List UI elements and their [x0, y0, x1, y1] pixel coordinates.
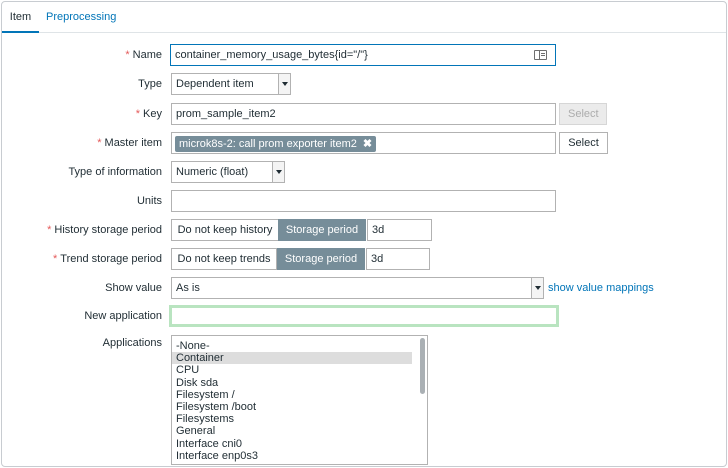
master-item-select-button[interactable]: Select: [559, 132, 608, 154]
show-value-mappings-link[interactable]: show value mappings: [548, 277, 654, 299]
list-item[interactable]: Interface enp0s3: [172, 450, 412, 462]
key-value: prom_sample_item2: [176, 108, 276, 120]
tab-bar: Item Preprocessing: [2, 2, 726, 33]
history-period-input[interactable]: 3d: [367, 219, 432, 241]
name-row: * Name container_memory_usage_bytes{id="/…: [2, 44, 726, 66]
item-form-panel: Item Preprocessing * Name container_memor…: [1, 1, 727, 467]
name-input[interactable]: container_memory_usage_bytes{id="/"}: [170, 44, 556, 66]
trend-label: * Trend storage period: [53, 248, 162, 270]
history-label: * History storage period: [47, 219, 162, 241]
required-mark: *: [47, 224, 52, 236]
scrollbar-thumb[interactable]: [420, 338, 425, 394]
list-item[interactable]: CPU: [172, 364, 412, 376]
history-label-text: History storage period: [54, 224, 162, 236]
tab-preprocessing[interactable]: Preprocessing: [46, 2, 116, 33]
applications-options: -None- Container CPU Disk sda Filesystem…: [172, 336, 427, 462]
tab-item[interactable]: Item: [2, 2, 39, 33]
applications-scrollbar[interactable]: [417, 336, 427, 464]
new-application-input[interactable]: [169, 305, 559, 327]
history-row: * History storage period Do not keep hist…: [2, 219, 726, 241]
type-of-information-value: Numeric (float): [176, 166, 249, 178]
applications-listbox[interactable]: -None- Container CPU Disk sda Filesystem…: [171, 335, 428, 465]
name-value: container_memory_usage_bytes{id="/"}: [175, 49, 368, 61]
units-input[interactable]: [171, 190, 556, 212]
type-of-information-row: Type of information Numeric (float): [2, 161, 726, 183]
new-application-label: New application: [84, 310, 162, 322]
type-value: Dependent item: [176, 78, 254, 90]
master-item-chip: microk8s-2: call prom exporter item2 ✖: [175, 136, 377, 152]
type-label: Type: [138, 78, 162, 90]
key-row: * Key prom_sample_item2 Select: [2, 103, 726, 125]
list-item[interactable]: Filesystem /boot: [172, 401, 412, 413]
required-mark: *: [53, 253, 58, 265]
history-storage-period-button[interactable]: Storage period: [278, 219, 366, 241]
chevron-down-icon: [531, 278, 543, 298]
list-item[interactable]: Interface cni0: [172, 438, 412, 450]
list-item[interactable]: Disk sda: [172, 377, 412, 389]
list-item[interactable]: Filesystem /: [172, 389, 412, 401]
master-item-field[interactable]: microk8s-2: call prom exporter item2 ✖: [171, 132, 556, 154]
key-input[interactable]: prom_sample_item2: [171, 103, 556, 125]
required-mark: *: [97, 137, 102, 149]
trend-do-not-keep-button[interactable]: Do not keep trends: [171, 248, 277, 270]
type-of-information-label: Type of information: [68, 166, 162, 178]
show-value-row: Show value As is show value mappings: [2, 277, 726, 299]
chevron-down-icon: [272, 162, 284, 182]
key-label-text: Key: [143, 108, 162, 120]
type-row: Type Dependent item: [2, 73, 726, 95]
applications-label: Applications: [102, 337, 162, 349]
list-item[interactable]: General: [172, 425, 412, 437]
key-select-button[interactable]: Select: [559, 103, 607, 125]
macro-list-icon[interactable]: [534, 50, 547, 60]
show-value-value: As is: [176, 282, 200, 294]
master-item-value: microk8s-2: call prom exporter item2: [179, 138, 357, 150]
units-label: Units: [136, 195, 162, 207]
required-mark: *: [125, 49, 130, 61]
show-value-select[interactable]: As is: [171, 277, 544, 299]
trend-period-value: 3d: [371, 253, 384, 265]
trend-row: * Trend storage period Do not keep trends…: [2, 248, 726, 270]
master-item-row: * Master item microk8s-2: call prom expor…: [2, 132, 726, 154]
history-period-value: 3d: [372, 224, 385, 236]
show-value-label: Show value: [105, 282, 162, 294]
units-row: Units: [2, 190, 726, 212]
name-label: * Name: [125, 44, 162, 66]
list-item[interactable]: -None-: [172, 340, 412, 352]
new-application-row: New application: [2, 305, 726, 327]
master-item-label-text: Master item: [104, 137, 162, 149]
master-item-label: * Master item: [97, 132, 162, 154]
list-item[interactable]: Filesystems: [172, 413, 412, 425]
trend-label-text: Trend storage period: [60, 253, 162, 265]
key-label: * Key: [136, 103, 162, 125]
name-label-text: Name: [132, 49, 162, 61]
type-select[interactable]: Dependent item: [171, 73, 291, 95]
chevron-down-icon: [278, 74, 290, 94]
remove-icon[interactable]: ✖: [363, 138, 372, 150]
trend-period-input[interactable]: 3d: [366, 248, 430, 270]
type-of-information-select[interactable]: Numeric (float): [171, 161, 285, 183]
required-mark: *: [135, 108, 141, 120]
trend-storage-period-button[interactable]: Storage period: [277, 248, 365, 270]
list-item[interactable]: Container: [172, 352, 412, 365]
history-do-not-keep-button[interactable]: Do not keep history: [171, 219, 279, 241]
